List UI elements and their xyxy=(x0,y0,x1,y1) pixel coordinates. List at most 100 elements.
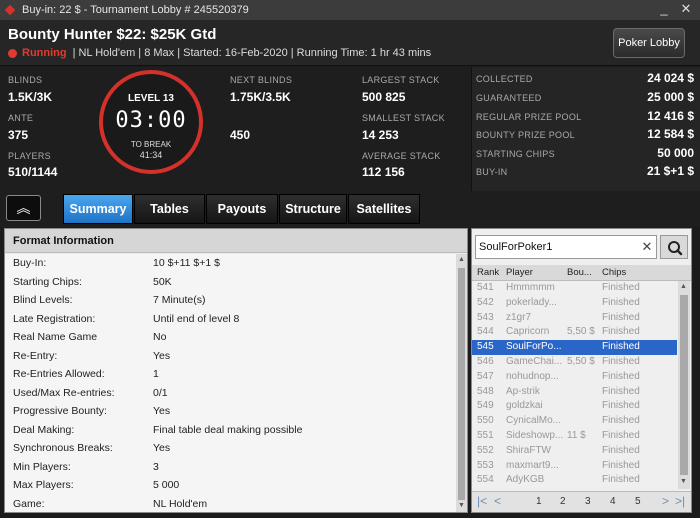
player-chips: Finished xyxy=(602,356,640,367)
page-link[interactable]: 3 xyxy=(585,496,591,507)
format-value: Yes xyxy=(153,442,171,454)
player-row[interactable]: 541 Hmmmmm Finished xyxy=(472,281,677,296)
format-key: Starting Chips: xyxy=(13,275,82,288)
format-row: Max Players: 5 000 xyxy=(5,476,457,494)
player-rank: 543 xyxy=(477,311,494,323)
largest-stack-value: 500 825 xyxy=(362,90,406,104)
col-player[interactable]: Player xyxy=(506,267,533,278)
player-bounty: 5,50 $ xyxy=(567,326,595,338)
smallest-stack-value: 14 253 xyxy=(362,128,399,142)
player-row[interactable]: 553 maxmart9... Finished xyxy=(472,459,677,474)
format-row: Real Name Game No xyxy=(5,328,457,346)
to-break-timer: 41:34 xyxy=(139,150,163,160)
page-link[interactable]: 5 xyxy=(635,496,641,507)
player-row[interactable]: 552 ShiraFTW Finished xyxy=(472,444,677,459)
col-chips[interactable]: Chips xyxy=(602,267,626,278)
player-row[interactable]: 554 AdyKGB Finished xyxy=(472,473,677,488)
prize-label: REGULAR PRIZE POOL xyxy=(476,112,582,122)
level-clock: LEVEL 13 03:00 TO BREAK 41:34 xyxy=(99,70,203,174)
player-chips: Finished xyxy=(602,415,640,427)
format-row: Game: NL Hold'em xyxy=(5,495,457,513)
scroll-down-icon[interactable]: ▼ xyxy=(680,478,687,485)
status-badge: Running xyxy=(22,47,67,59)
player-row[interactable]: 551 Sideshowp... 11 $ Finished xyxy=(472,429,677,444)
player-row[interactable]: 549 goldzkai Finished xyxy=(472,399,677,414)
next-page-button[interactable]: > xyxy=(662,494,669,508)
smallest-stack-label: SMALLEST STACK xyxy=(362,113,445,123)
scroll-thumb[interactable] xyxy=(458,268,465,500)
last-page-button[interactable]: >| xyxy=(675,494,685,508)
player-rank: 545 xyxy=(477,341,494,353)
player-row[interactable]: 548 Ap-strik Finished xyxy=(472,385,677,400)
to-break-label: TO BREAK xyxy=(130,140,172,149)
format-information-panel: Format Information Buy-In: 10 $+11 $+1 $ S… xyxy=(4,228,468,513)
player-player: pokerlady... xyxy=(506,296,557,308)
format-key: Real Name Game xyxy=(13,331,98,343)
scroll-up-icon[interactable]: ▲ xyxy=(458,256,465,263)
player-row[interactable]: 547 nohudnop... Finished xyxy=(472,370,677,385)
poker-lobby-button[interactable]: Poker Lobby xyxy=(613,28,685,58)
format-value: Yes xyxy=(153,405,171,417)
format-row: Buy-In: 10 $+11 $+1 $ xyxy=(5,254,457,272)
page-link[interactable]: 2 xyxy=(560,496,566,507)
prize-row: BUY-IN 21 $+1 $ xyxy=(476,163,694,181)
format-key: Max Players: xyxy=(13,479,74,491)
player-rank: 551 xyxy=(477,430,494,441)
col-bounty[interactable]: Bou... xyxy=(567,267,592,278)
scroll-down-icon[interactable]: ▼ xyxy=(458,502,465,509)
format-key: Blind Levels: xyxy=(13,294,73,306)
player-row[interactable]: 544 Capricorn 5,50 $ Finished xyxy=(472,325,677,340)
format-value: No xyxy=(153,331,167,343)
prize-value: 12 416 $ xyxy=(647,109,694,123)
player-bounty: 11 $ xyxy=(567,430,586,441)
scroll-thumb[interactable] xyxy=(680,295,688,475)
format-key: Late Registration: xyxy=(13,312,96,325)
player-row[interactable]: 546 GameChai... 5,50 $ Finished xyxy=(472,355,677,370)
search-icon xyxy=(668,241,683,256)
player-row[interactable]: 543 z1gr7 Finished xyxy=(472,311,677,326)
player-player: SoulForPo... xyxy=(506,341,562,353)
player-player: z1gr7 xyxy=(506,311,532,323)
tab-structure[interactable]: Structure xyxy=(279,194,347,224)
format-key: Synchronous Breaks: xyxy=(13,442,113,454)
tab-summary[interactable]: Summary xyxy=(63,194,133,224)
player-chips: Finished xyxy=(602,459,640,471)
player-chips: Finished xyxy=(602,385,640,397)
page-link[interactable]: 1 xyxy=(536,496,542,507)
prize-row: REGULAR PRIZE POOL 12 416 $ xyxy=(476,108,694,126)
col-rank[interactable]: Rank xyxy=(477,267,499,278)
tab-satellites[interactable]: Satellites xyxy=(348,194,420,224)
format-value: 5 000 xyxy=(153,479,180,491)
player-scrollbar[interactable]: ▲ ▼ xyxy=(678,281,690,489)
player-chips: Finished xyxy=(602,400,640,412)
scroll-up-icon[interactable]: ▲ xyxy=(680,283,687,290)
tab-payouts[interactable]: Payouts xyxy=(206,194,278,224)
minimize-button[interactable]: _ xyxy=(656,1,672,17)
prize-row: COLLECTED 24 024 $ xyxy=(476,70,694,88)
close-button[interactable]: ✕ xyxy=(678,1,694,17)
player-rank: 546 xyxy=(477,356,494,367)
format-value: 50K xyxy=(153,275,172,288)
prize-pool-panel: COLLECTED 24 024 $ GUARANTEED 25 000 $ R… xyxy=(471,67,700,191)
prize-row: STARTING CHIPS 50 000 xyxy=(476,145,694,163)
player-row[interactable]: 545 SoulForPo... Finished xyxy=(472,340,677,356)
format-row: Min Players: 3 xyxy=(5,458,457,476)
page-link[interactable]: 4 xyxy=(610,496,616,507)
clear-search-icon[interactable]: ✕ xyxy=(640,238,654,256)
format-list[interactable]: Buy-In: 10 $+11 $+1 $ Starting Chips: 50K Bl… xyxy=(5,254,457,512)
player-player: AdyKGB xyxy=(506,474,545,486)
format-row: Blind Levels: 7 Minute(s) xyxy=(5,291,457,309)
format-scrollbar[interactable]: ▲ ▼ xyxy=(456,254,467,512)
prize-label: BUY-IN xyxy=(476,167,508,177)
collapse-button[interactable]: ︽ xyxy=(6,195,41,221)
prev-page-button[interactable]: < xyxy=(494,494,501,508)
search-button[interactable] xyxy=(660,235,688,259)
player-row[interactable]: 542 pokerlady... Finished xyxy=(472,296,677,311)
player-row[interactable]: 550 CynicalMo... Finished xyxy=(472,414,677,429)
player-search-input[interactable] xyxy=(479,238,629,256)
player-search-box: ✕ xyxy=(475,235,657,259)
format-key: Min Players: xyxy=(13,460,71,473)
tab-tables[interactable]: Tables xyxy=(134,194,205,224)
first-page-button[interactable]: |< xyxy=(477,494,487,508)
players-panel: ✕ Rank Player Bou... Chips 541HmmmmmFini… xyxy=(471,228,692,513)
